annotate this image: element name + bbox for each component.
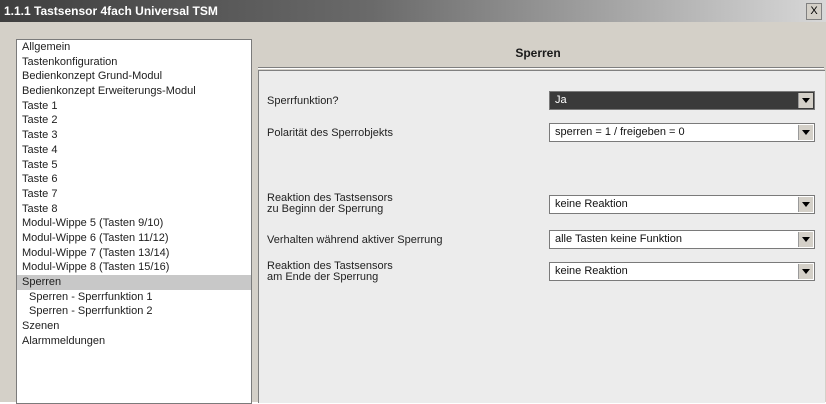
nav-item-taste-5[interactable]: Taste 5 <box>17 158 251 173</box>
param-label-line: zu Beginn der Sperrung <box>267 203 384 215</box>
param-label-verhalten: Verhalten während aktiver Sperrung <box>267 235 443 246</box>
nav-item-sperrfunktion-1[interactable]: Sperren - Sperrfunktion 1 <box>17 290 251 305</box>
close-icon: X <box>810 5 818 17</box>
nav-item-taste-3[interactable]: Taste 3 <box>17 128 251 143</box>
select-value: keine Reaktion <box>555 198 628 210</box>
nav-item-taste-1[interactable]: Taste 1 <box>17 99 251 114</box>
select-value: sperren = 1 / freigeben = 0 <box>555 126 685 138</box>
panel-title: Sperren <box>515 46 561 60</box>
param-label-reaktion-beginn: Reaktion des Tastsensors zu Beginn der S… <box>267 193 393 215</box>
nav-item-sperrfunktion-2[interactable]: Sperren - Sperrfunktion 2 <box>17 304 251 319</box>
param-label-reaktion-ende: Reaktion des Tastsensors am Ende der Spe… <box>267 261 393 283</box>
title-bar: 1.1.1 Tastsensor 4fach Universal TSM X <box>0 0 826 22</box>
chevron-down-icon[interactable] <box>798 125 813 140</box>
select-value: alle Tasten keine Funktion <box>555 233 682 245</box>
chevron-down-icon[interactable] <box>798 232 813 247</box>
nav-item-bedienkonzept-erweiterung[interactable]: Bedienkonzept Erweiterungs-Modul <box>17 84 251 99</box>
nav-item-modul-wippe-7[interactable]: Modul-Wippe 7 (Tasten 13/14) <box>17 246 251 261</box>
chevron-down-icon[interactable] <box>798 264 813 279</box>
param-label-line: Sperrfunktion? <box>267 95 339 107</box>
parameter-panel: Sperrfunktion? Ja Polarität des Sperrobj… <box>258 70 825 403</box>
param-label-polaritaet: Polarität des Sperrobjekts <box>267 128 393 139</box>
nav-item-taste-8[interactable]: Taste 8 <box>17 202 251 217</box>
select-value: keine Reaktion <box>555 265 628 277</box>
title-divider <box>258 67 824 69</box>
close-button[interactable]: X <box>806 3 822 20</box>
nav-item-szenen[interactable]: Szenen <box>17 319 251 334</box>
param-label-line: am Ende der Sperrung <box>267 271 379 283</box>
verhalten-select[interactable]: alle Tasten keine Funktion <box>549 230 815 249</box>
chevron-down-icon[interactable] <box>798 93 813 108</box>
chevron-down-icon[interactable] <box>798 197 813 212</box>
dialog-body: Allgemein Tastenkonfiguration Bedienkonz… <box>0 22 826 404</box>
parameter-tree: Allgemein Tastenkonfiguration Bedienkonz… <box>16 39 252 404</box>
nav-item-taste-6[interactable]: Taste 6 <box>17 172 251 187</box>
nav-item-sperren[interactable]: Sperren <box>17 275 251 290</box>
nav-item-modul-wippe-6[interactable]: Modul-Wippe 6 (Tasten 11/12) <box>17 231 251 246</box>
nav-item-taste-7[interactable]: Taste 7 <box>17 187 251 202</box>
select-value: Ja <box>555 94 567 106</box>
nav-item-taste-4[interactable]: Taste 4 <box>17 143 251 158</box>
param-label-line: Verhalten während aktiver Sperrung <box>267 234 443 246</box>
reaktion-beginn-select[interactable]: keine Reaktion <box>549 195 815 214</box>
polaritaet-select[interactable]: sperren = 1 / freigeben = 0 <box>549 123 815 142</box>
nav-item-modul-wippe-5[interactable]: Modul-Wippe 5 (Tasten 9/10) <box>17 216 251 231</box>
window-title: 1.1.1 Tastsensor 4fach Universal TSM <box>4 4 218 18</box>
nav-item-alarmmeldungen[interactable]: Alarmmeldungen <box>17 334 251 349</box>
param-label-line: Polarität des Sperrobjekts <box>267 127 393 139</box>
nav-item-allgemein[interactable]: Allgemein <box>17 40 251 55</box>
nav-item-taste-2[interactable]: Taste 2 <box>17 113 251 128</box>
nav-item-modul-wippe-8[interactable]: Modul-Wippe 8 (Tasten 15/16) <box>17 260 251 275</box>
reaktion-ende-select[interactable]: keine Reaktion <box>549 262 815 281</box>
nav-item-tastenkonfiguration[interactable]: Tastenkonfiguration <box>17 55 251 70</box>
nav-item-bedienkonzept-grund[interactable]: Bedienkonzept Grund-Modul <box>17 69 251 84</box>
sperrfunktion-select[interactable]: Ja <box>549 91 815 110</box>
param-label-sperrfunktion: Sperrfunktion? <box>267 96 339 107</box>
